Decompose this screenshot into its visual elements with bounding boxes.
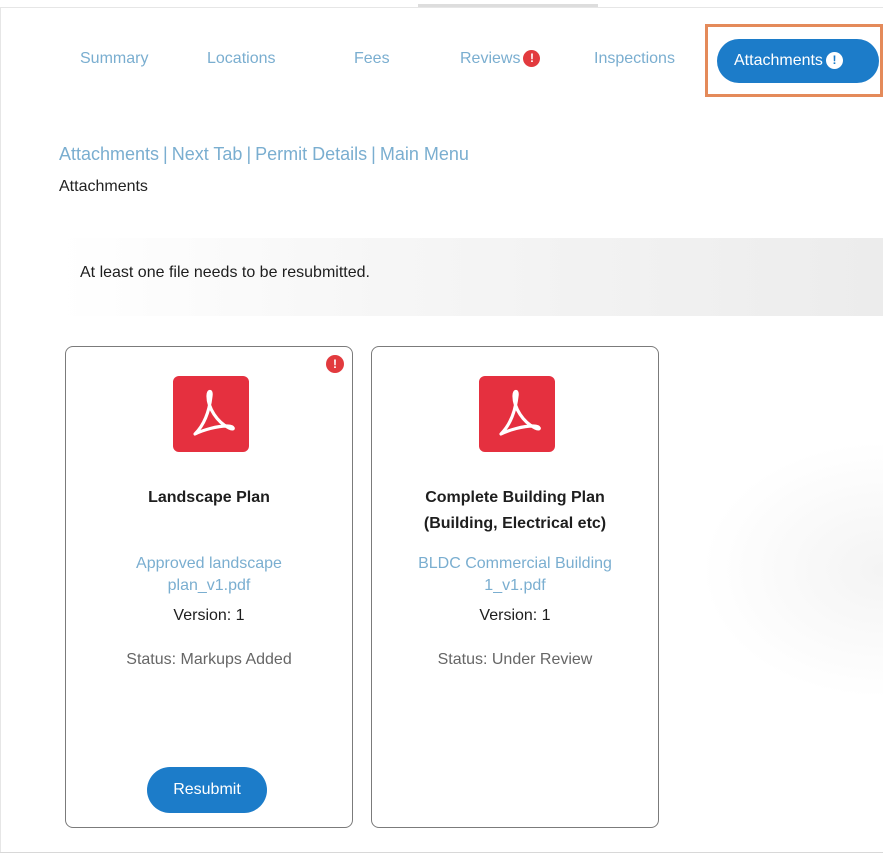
attachment-card-landscape-plan: ! Landscape Plan Approved landscape plan_… xyxy=(65,346,353,828)
card-title: Complete Building Plan (Building, Electri… xyxy=(384,485,646,537)
card-alert-badge: ! xyxy=(326,355,344,373)
breadcrumb-attachments[interactable]: Attachments xyxy=(59,144,159,164)
card-title-line: Landscape Plan xyxy=(148,489,270,506)
breadcrumb-separator: | xyxy=(163,144,168,164)
breadcrumb: Attachments | Next Tab | Permit Details | Main… xyxy=(59,144,469,165)
pdf-icon[interactable] xyxy=(173,376,249,452)
card-title-line: Complete Building Plan xyxy=(425,489,605,506)
top-border xyxy=(0,4,883,8)
file-link-line: Approved landscape xyxy=(136,555,282,572)
attachments-alert-badge: ! xyxy=(825,52,843,69)
acrobat-logo-icon xyxy=(193,389,235,436)
tab-locations[interactable]: Locations xyxy=(207,50,276,72)
attachment-card-complete-building-plan: Complete Building Plan (Building, Electri… xyxy=(371,346,659,828)
file-version: Version: 1 xyxy=(479,607,551,624)
resubmit-notice: At least one file needs to be resubmitte… xyxy=(80,264,370,281)
tab-inspections[interactable]: Inspections xyxy=(594,50,675,72)
tab-attachments-label: Attachments xyxy=(734,52,823,69)
tab-reviews[interactable]: Reviews! xyxy=(460,50,541,72)
left-border xyxy=(0,7,1,853)
breadcrumb-permit-details[interactable]: Permit Details xyxy=(255,144,367,164)
breadcrumb-separator: | xyxy=(246,144,252,164)
page-title: Attachments xyxy=(59,178,148,195)
attachment-file-link[interactable]: BLDC Commercial Building 1_v1.pdf xyxy=(386,553,644,597)
reviews-alert-badge: ! xyxy=(523,50,541,67)
background-shade xyxy=(700,440,883,700)
file-link-line: plan_v1.pdf xyxy=(167,577,251,594)
file-status: Status: Under Review xyxy=(437,651,593,668)
file-link-line: BLDC Commercial Building xyxy=(418,555,612,572)
bottom-border xyxy=(0,852,883,853)
breadcrumb-main-menu[interactable]: Main Menu xyxy=(380,144,469,164)
pdf-icon[interactable] xyxy=(479,376,555,452)
tab-fees[interactable]: Fees xyxy=(354,50,390,72)
file-status: Status: Markups Added xyxy=(126,651,292,668)
file-link-line: 1_v1.pdf xyxy=(484,577,546,594)
attachment-file-link[interactable]: Approved landscape plan_v1.pdf xyxy=(96,553,322,597)
file-version: Version: 1 xyxy=(173,607,245,624)
breadcrumb-next-tab[interactable]: Next Tab xyxy=(172,144,243,164)
card-title-line: (Building, Electrical etc) xyxy=(423,515,607,532)
scan-artifact xyxy=(418,4,598,7)
resubmit-button[interactable]: Resubmit xyxy=(147,767,267,813)
tab-summary[interactable]: Summary xyxy=(80,50,148,72)
tab-attachments[interactable]: Attachments! xyxy=(717,39,879,83)
tab-reviews-label: Reviews xyxy=(460,50,521,67)
acrobat-logo-icon xyxy=(499,389,541,436)
breadcrumb-separator: | xyxy=(371,144,376,164)
card-title: Landscape Plan xyxy=(78,485,340,511)
